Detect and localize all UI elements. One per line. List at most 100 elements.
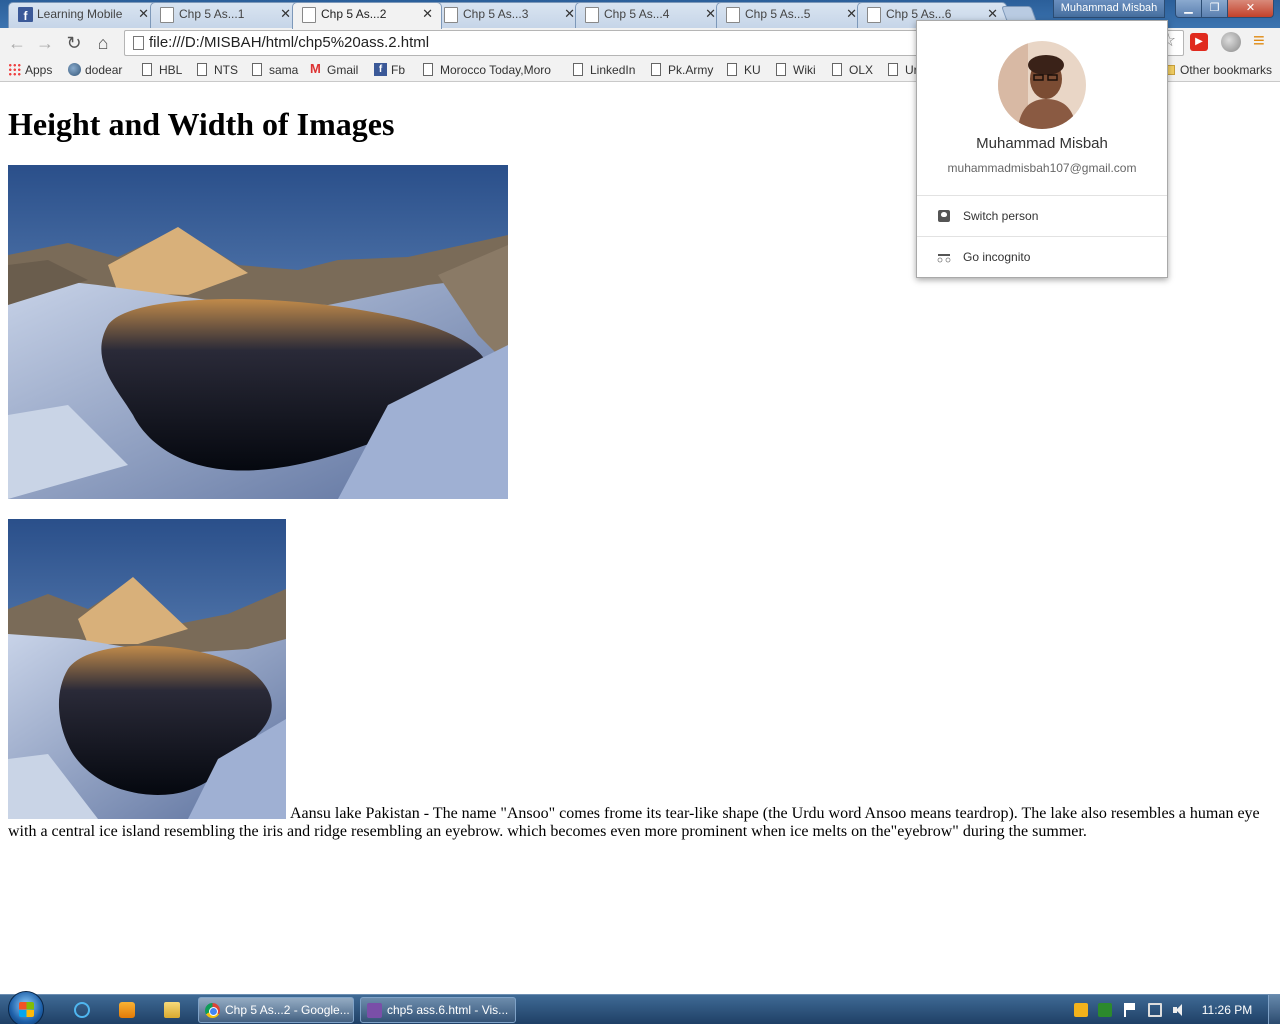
tab-title: Chp 5 As...4 — [604, 7, 670, 21]
bookmark-gmail[interactable]: M Gmail — [310, 62, 358, 78]
bookmark-nts[interactable]: NTS — [197, 62, 238, 78]
bookmark-ku[interactable]: KU — [727, 62, 761, 78]
bookmark-pk-army[interactable]: Pk.Army — [651, 62, 713, 78]
bookmark-label: OLX — [849, 63, 874, 77]
page-icon — [302, 7, 316, 23]
close-tab-icon[interactable]: ✕ — [846, 3, 857, 25]
facebook-icon: f — [374, 63, 387, 76]
bookmark-label: Morocco Today,Moro — [440, 63, 551, 77]
reload-icon[interactable]: ↻ — [63, 32, 85, 54]
switch-person-button[interactable]: Switch person — [917, 196, 1167, 236]
bookmark-label: sama — [269, 63, 299, 77]
bookmark-sama[interactable]: sama — [252, 62, 298, 78]
bookmark-wiki[interactable]: Wiki — [776, 62, 816, 78]
nvidia-icon[interactable] — [1098, 1003, 1112, 1017]
lake-caption: Aansu lake Pakistan - The name "Ansoo" c… — [8, 805, 1260, 840]
page-icon — [776, 63, 786, 76]
chrome-icon — [205, 1003, 220, 1018]
action-center-flag-icon[interactable] — [1124, 1003, 1138, 1017]
folder-icon — [164, 1002, 180, 1018]
other-bookmarks[interactable]: Other bookmarks — [1163, 62, 1272, 78]
close-window-button[interactable]: ✕ — [1227, 0, 1274, 18]
extension-icon[interactable] — [1221, 32, 1241, 52]
volume-icon[interactable] — [1172, 1003, 1186, 1017]
bookmark-hbl[interactable]: HBL — [142, 62, 182, 78]
file-explorer-pin[interactable] — [152, 998, 192, 1022]
bookmark-label: dodear — [85, 63, 123, 77]
bookmark-dodear[interactable]: dodear — [68, 62, 122, 78]
windows-taskbar: Chp 5 As...2 - Google... chp5 ass.6.html… — [0, 991, 1280, 1024]
profile-email: muhammadmisbah107@gmail.com — [947, 161, 1137, 175]
go-incognito-label: Go incognito — [963, 250, 1031, 264]
bookmark-morocco-today[interactable]: Morocco Today,Moro — [423, 62, 558, 78]
back-arrow-icon[interactable]: ← — [6, 32, 28, 54]
task-label: Chp 5 As...2 - Google... — [225, 1003, 350, 1017]
close-tab-icon[interactable]: ✕ — [422, 3, 433, 25]
bookmark-olx[interactable]: OLX — [832, 62, 873, 78]
bookmark-label: Fb — [391, 63, 406, 77]
show-desktop-button[interactable] — [1268, 995, 1280, 1024]
taskbar-chrome-window[interactable]: Chp 5 As...2 - Google... — [198, 997, 354, 1023]
page-icon — [133, 36, 144, 50]
media-player-pin[interactable] — [107, 998, 147, 1022]
page-icon — [444, 7, 458, 23]
tab-chp5-1[interactable]: Chp 5 As...1 ✕ — [150, 2, 300, 28]
tray-app-icon[interactable] — [1074, 1003, 1088, 1017]
url-text: file:///D:/MISBAH/html/chp5%20ass.2.html — [149, 34, 430, 51]
lake-image-wide — [8, 165, 508, 499]
close-tab-icon[interactable]: ✕ — [138, 3, 149, 25]
start-button[interactable] — [8, 991, 44, 1024]
taskbar-clock[interactable]: 11:26 PM — [1194, 995, 1260, 1024]
home-icon[interactable]: ⌂ — [92, 32, 114, 54]
other-bookmarks-label: Other bookmarks — [1180, 63, 1273, 77]
tab-title: Chp 5 As...1 — [179, 7, 245, 21]
page-icon — [585, 7, 599, 23]
tab-chp5-5[interactable]: Chp 5 As...5 ✕ — [716, 2, 866, 28]
tab-chp5-3[interactable]: Chp 5 As...3 ✕ — [434, 2, 584, 28]
bookmark-label: LinkedIn — [590, 63, 636, 77]
tab-learning-mobile[interactable]: f Learning Mobile ✕ — [8, 2, 158, 28]
internet-explorer-pin[interactable] — [62, 998, 102, 1022]
maximize-button[interactable]: ❐ — [1201, 0, 1228, 18]
tab-title: Chp 5 As...2 — [321, 7, 387, 21]
bookmark-label: HBL — [159, 63, 183, 77]
person-icon — [938, 210, 950, 222]
bookmark-label: Apps — [25, 63, 53, 77]
visual-studio-icon — [367, 1003, 382, 1018]
bookmark-fb[interactable]: f Fb — [374, 62, 405, 78]
bookmark-ur[interactable]: Ur — [888, 62, 918, 78]
youtube-extension-icon[interactable]: ▶ — [1190, 33, 1208, 51]
page-icon — [423, 63, 433, 76]
chrome-menu-icon[interactable]: ≡ — [1253, 31, 1265, 51]
page-title: Height and Width of Images — [8, 106, 395, 142]
taskbar-visual-studio-window[interactable]: chp5 ass.6.html - Vis... — [360, 997, 516, 1023]
system-tray — [1068, 995, 1198, 1024]
tab-chp5-2[interactable]: Chp 5 As...2 ✕ — [292, 2, 442, 29]
page-icon — [651, 63, 661, 76]
forward-arrow-icon[interactable]: → — [34, 32, 56, 54]
page-icon — [727, 63, 737, 76]
apps-icon — [8, 63, 21, 76]
network-icon[interactable] — [1148, 1003, 1162, 1017]
tab-title: Chp 5 As...6 — [886, 7, 952, 21]
go-incognito-button[interactable]: Go incognito — [917, 237, 1167, 277]
close-tab-icon[interactable]: ✕ — [564, 3, 575, 25]
page-icon — [888, 63, 898, 76]
page-icon — [726, 7, 740, 23]
page-icon — [252, 63, 262, 76]
profile-button[interactable]: Muhammad Misbah — [1053, 0, 1165, 18]
incognito-icon — [937, 249, 951, 263]
bookmark-apps[interactable]: Apps — [8, 62, 52, 78]
page-icon — [867, 7, 881, 23]
close-tab-icon[interactable]: ✕ — [280, 3, 291, 25]
bookmark-label: NTS — [214, 63, 238, 77]
media-player-icon — [119, 1002, 135, 1018]
page-icon — [160, 7, 174, 23]
profile-menu: Muhammad Misbah muhammadmisbah107@gmail.… — [916, 20, 1168, 278]
tab-chp5-4[interactable]: Chp 5 As...4 ✕ — [575, 2, 725, 28]
tab-title: Chp 5 As...3 — [463, 7, 529, 21]
bookmark-label: Wiki — [793, 63, 816, 77]
close-tab-icon[interactable]: ✕ — [705, 3, 716, 25]
bookmark-linkedin[interactable]: LinkedIn — [573, 62, 635, 78]
minimize-button[interactable]: ▁ — [1175, 0, 1202, 18]
